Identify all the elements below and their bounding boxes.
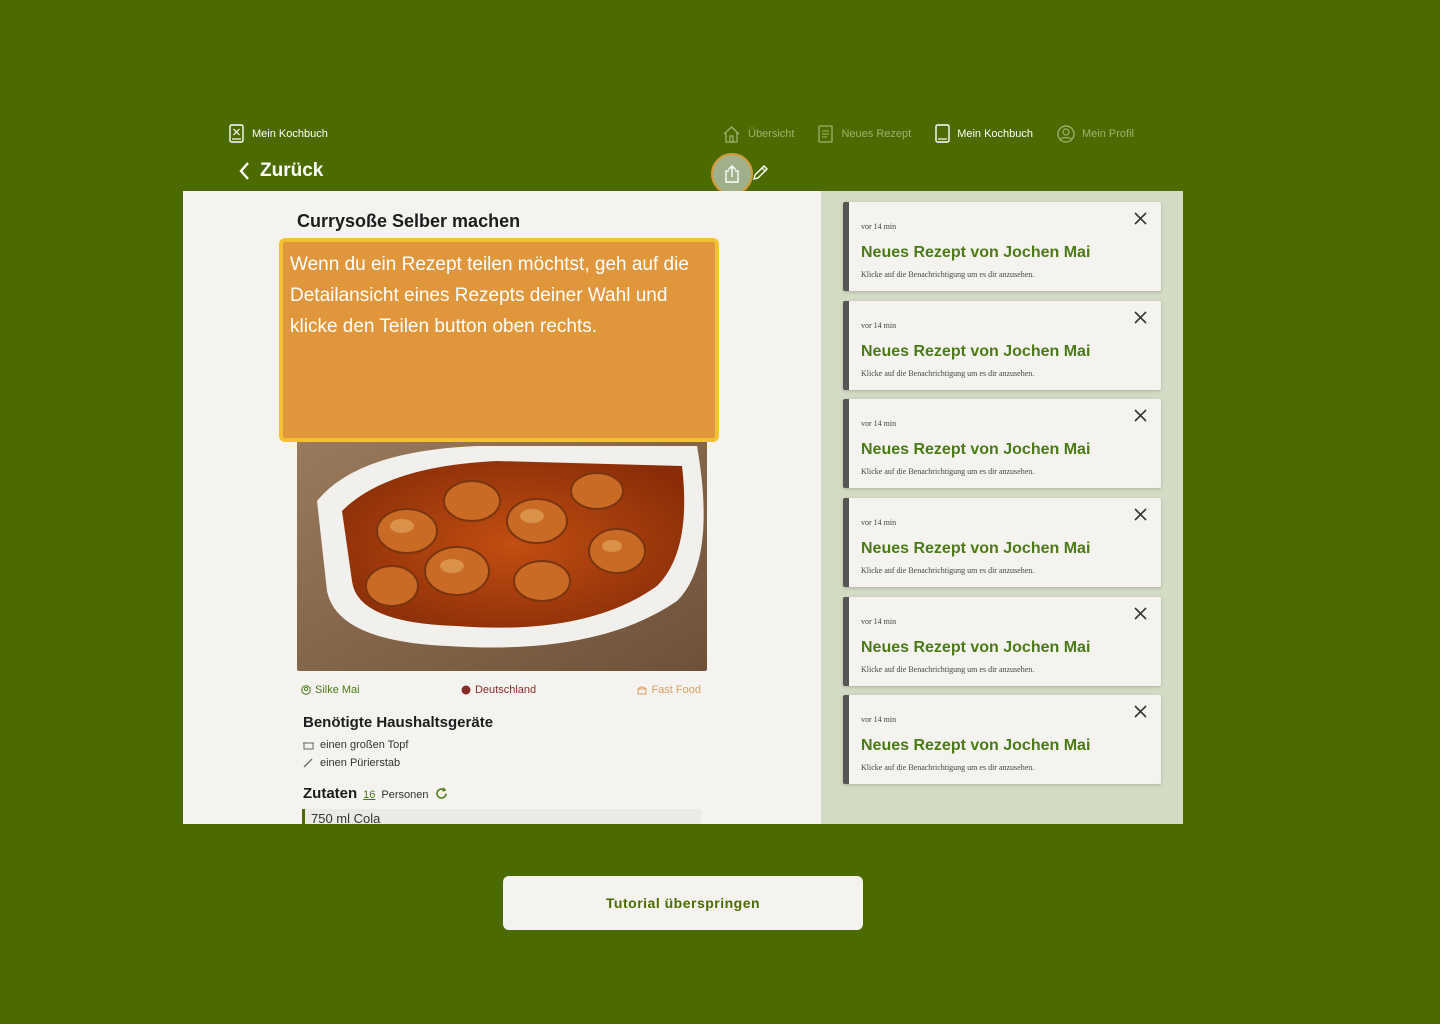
ingredients-heading: Zutaten bbox=[303, 785, 358, 802]
notification-title: Neues Rezept von Jochen Mai bbox=[861, 737, 1091, 754]
ingredient-item: 750 ml Cola bbox=[302, 809, 701, 824]
close-icon[interactable] bbox=[1134, 311, 1147, 324]
tutorial-tooltip: Wenn du ein Rezept teilen möchtst, geh a… bbox=[279, 238, 719, 442]
book-icon bbox=[935, 124, 950, 143]
profile-icon bbox=[301, 685, 311, 695]
country-label: Deutschland bbox=[474, 684, 537, 696]
ingredients-header: Zutaten 16 Personen bbox=[303, 785, 448, 802]
share-button[interactable] bbox=[711, 153, 753, 195]
refresh-icon[interactable] bbox=[435, 787, 448, 800]
notification-text: Klicke auf die Benachrichtigung um es di… bbox=[861, 566, 1035, 575]
list-item: einen großen Topf bbox=[303, 736, 408, 754]
author-name: Silke Mai bbox=[315, 684, 360, 696]
list-item: einen Pürierstab bbox=[303, 754, 408, 772]
nav-item-neues-rezept[interactable]: Neues Rezept bbox=[818, 124, 912, 143]
brand-label: Mein Kochbuch bbox=[252, 127, 328, 140]
notification-card[interactable]: vor 14 min Neues Rezept von Jochen Mai K… bbox=[843, 301, 1161, 390]
nav-item-mein-kochbuch[interactable]: Mein Kochbuch bbox=[935, 124, 1033, 143]
nav-label: Mein Profil bbox=[1082, 127, 1134, 140]
notification-card[interactable]: vor 14 min Neues Rezept von Jochen Mai K… bbox=[843, 597, 1161, 686]
document-icon bbox=[818, 124, 834, 143]
close-icon[interactable] bbox=[1134, 705, 1147, 718]
notification-text: Klicke auf die Benachrichtigung um es di… bbox=[861, 369, 1035, 378]
notification-title: Neues Rezept von Jochen Mai bbox=[861, 244, 1091, 261]
back-label: Zurück bbox=[260, 160, 324, 181]
blender-icon bbox=[303, 758, 313, 768]
close-icon[interactable] bbox=[1134, 212, 1147, 225]
notification-title: Neues Rezept von Jochen Mai bbox=[861, 540, 1091, 557]
nav-item-uebersicht[interactable]: Übersicht bbox=[722, 125, 794, 143]
notification-time: vor 14 min bbox=[861, 518, 897, 527]
cookbook-icon bbox=[229, 124, 244, 143]
notification-title: Neues Rezept von Jochen Mai bbox=[861, 639, 1091, 656]
notification-text: Klicke auf die Benachrichtigung um es di… bbox=[861, 467, 1035, 476]
globe-icon bbox=[461, 685, 471, 695]
notification-card[interactable]: vor 14 min Neues Rezept von Jochen Mai K… bbox=[843, 399, 1161, 488]
notification-text: Klicke auf die Benachrichtigung um es di… bbox=[861, 270, 1035, 279]
notification-card[interactable]: vor 14 min Neues Rezept von Jochen Mai K… bbox=[843, 498, 1161, 587]
brand[interactable]: Mein Kochbuch bbox=[229, 124, 328, 143]
category-tag[interactable]: Fast Food bbox=[637, 684, 701, 696]
persons-label: Personen bbox=[381, 789, 429, 801]
skip-tutorial-button[interactable]: Tutorial überspringen bbox=[503, 876, 863, 930]
tooltip-text: Wenn du ein Rezept teilen möchtst, geh a… bbox=[290, 254, 689, 337]
notification-time: vor 14 min bbox=[861, 321, 897, 330]
notification-text: Klicke auf die Benachrichtigung um es di… bbox=[861, 665, 1035, 674]
notification-time: vor 14 min bbox=[861, 617, 897, 626]
notification-title: Neues Rezept von Jochen Mai bbox=[861, 343, 1091, 360]
tool-label: einen großen Topf bbox=[320, 739, 409, 751]
edit-icon[interactable] bbox=[751, 164, 769, 187]
notification-time: vor 14 min bbox=[861, 419, 897, 428]
home-icon bbox=[723, 125, 740, 143]
back-button[interactable]: Zurück bbox=[238, 160, 323, 182]
profile-icon bbox=[1057, 124, 1075, 143]
notification-card[interactable]: vor 14 min Neues Rezept von Jochen Mai K… bbox=[843, 202, 1161, 291]
close-icon[interactable] bbox=[1134, 508, 1147, 521]
category-label: Fast Food bbox=[651, 684, 701, 696]
author-link[interactable]: Silke Mai bbox=[301, 684, 360, 696]
close-icon[interactable] bbox=[1134, 409, 1147, 422]
food-icon bbox=[637, 686, 647, 695]
recipe-detail: Currysoße Selber machen Wenn du ein Reze… bbox=[183, 191, 821, 824]
nav-label: Neues Rezept bbox=[841, 127, 912, 140]
notification-text: Klicke auf die Benachrichtigung um es di… bbox=[861, 763, 1035, 772]
notification-title: Neues Rezept von Jochen Mai bbox=[861, 441, 1091, 458]
nav-item-mein-profil[interactable]: Mein Profil bbox=[1057, 124, 1134, 143]
tools-heading: Benötigte Haushaltsgeräte bbox=[303, 714, 494, 731]
top-nav: Übersicht Neues Rezept Mein Kochbuch Mei… bbox=[722, 124, 1134, 143]
tools-list: einen großen Topf einen Pürierstab bbox=[303, 736, 408, 772]
country-tag[interactable]: Deutschland bbox=[461, 684, 536, 696]
skip-label: Tutorial überspringen bbox=[605, 895, 761, 911]
close-icon[interactable] bbox=[1134, 607, 1147, 620]
persons-count[interactable]: 16 bbox=[363, 789, 375, 801]
notification-time: vor 14 min bbox=[861, 222, 897, 231]
notification-card[interactable]: vor 14 min Neues Rezept von Jochen Mai K… bbox=[843, 695, 1161, 784]
nav-label: Mein Kochbuch bbox=[957, 127, 1034, 140]
share-icon bbox=[725, 165, 739, 183]
chevron-left-icon bbox=[239, 162, 249, 180]
recipe-meta: Silke Mai Deutschland Fast Food bbox=[301, 684, 701, 696]
nav-label: Übersicht bbox=[748, 127, 795, 140]
notifications-panel: vor 14 min Neues Rezept von Jochen Mai K… bbox=[821, 191, 1183, 824]
recipe-title: Currysoße Selber machen bbox=[297, 211, 521, 231]
pot-icon bbox=[303, 742, 314, 750]
notification-time: vor 14 min bbox=[861, 715, 897, 724]
tool-label: einen Pürierstab bbox=[320, 757, 401, 769]
recipe-photo bbox=[297, 441, 707, 671]
